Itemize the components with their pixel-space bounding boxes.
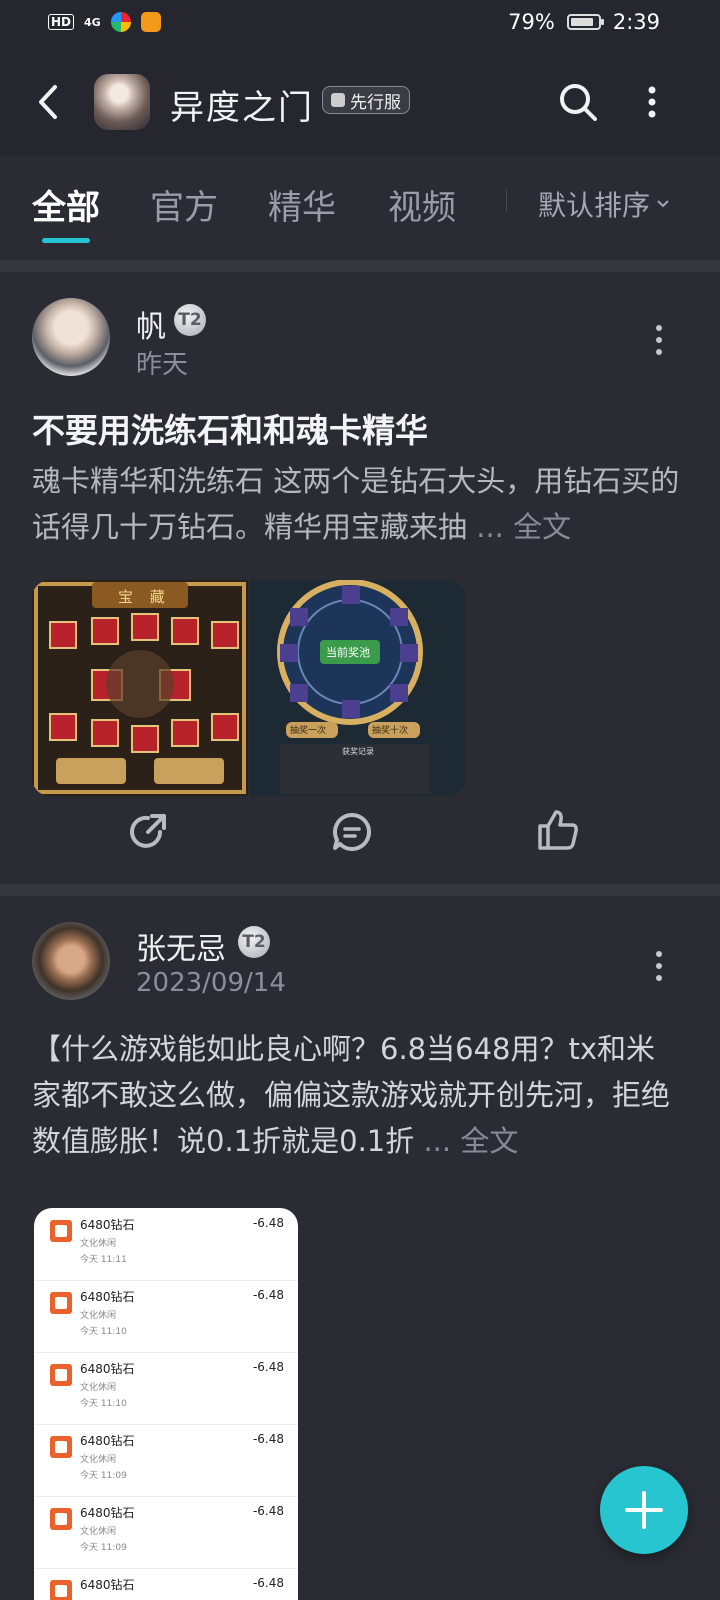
battery-icon <box>566 14 604 30</box>
receipt-category: 文化休闲 <box>80 1311 117 1321</box>
treasure-screenshot <box>32 580 248 796</box>
back-arrow-icon[interactable] <box>28 82 68 122</box>
post-image-treasure[interactable]: 宝 藏 <box>32 580 248 796</box>
hd-indicator: HD <box>48 14 75 30</box>
receipt-category: 文化休闲 <box>80 1239 117 1249</box>
user-name[interactable]: 张无忌 <box>136 924 226 968</box>
payment-icon <box>50 1580 72 1600</box>
status-left: HD 4G <box>48 12 161 32</box>
game-title[interactable]: 异度之门 <box>170 80 314 129</box>
more-vertical-icon[interactable] <box>652 322 666 358</box>
record-label: 获奖记录 <box>342 747 374 756</box>
level-badge-icon: T2 <box>174 304 206 336</box>
tab-official[interactable]: 官方 <box>150 180 218 229</box>
payment-icon <box>50 1436 72 1458</box>
share-icon[interactable] <box>126 810 170 854</box>
divider <box>506 190 507 212</box>
post-excerpt-text: 【什么游戏能如此良心啊？6.8当648用？tx和米家都不敢这么做，偏偏这款游戏就… <box>32 1032 671 1158</box>
more-vertical-icon[interactable] <box>652 948 666 984</box>
code-icon <box>331 93 345 107</box>
app-notification-icon <box>110 12 131 32</box>
receipt-time: 今天 11:10 <box>80 1399 127 1409</box>
signal-icon: 4G <box>84 15 101 29</box>
level-badge-icon: T2 <box>238 926 270 958</box>
post-image-wheel[interactable]: 当前奖池 抽奖一次 抽奖十次 获奖记录 <box>250 580 466 796</box>
tab-video[interactable]: 视频 <box>388 180 456 229</box>
receipt-category: 文化休闲 <box>80 1383 117 1393</box>
clock: 2:39 <box>612 10 660 34</box>
search-icon[interactable] <box>556 80 600 124</box>
receipt-amount: -6.48 <box>252 1288 284 1302</box>
receipt-time: 今天 11:09 <box>80 1471 127 1481</box>
receipt-category: 文化休闲 <box>80 1527 117 1537</box>
more-vertical-icon[interactable] <box>636 82 668 122</box>
chevron-down-icon <box>657 200 669 208</box>
game-icon[interactable] <box>94 74 150 130</box>
draw-ten-label: 抽奖十次 <box>372 726 409 736</box>
receipt-item: 6480钻石 <box>80 1578 135 1592</box>
receipt-row: 6480钻石 文化休闲 今天 11:10 -6.48 <box>34 1280 298 1353</box>
prize-pool-label: 当前奖池 <box>326 646 370 659</box>
server-badge-label: 先行服 <box>350 92 401 113</box>
section-separator <box>0 884 720 896</box>
post-excerpt-text: 魂卡精华和洗练石 这两个是钻石大头，用钻石买的话得几十万钻石。精华用宝藏来抽 <box>32 464 680 544</box>
tab-all[interactable]: 全部 <box>32 180 100 229</box>
receipt-category: 文化休闲 <box>80 1455 117 1465</box>
section-separator <box>0 260 720 272</box>
payment-icon <box>50 1292 72 1314</box>
receipt-item: 6480钻石 <box>80 1290 135 1304</box>
payment-icon <box>50 1364 72 1386</box>
receipt-amount: -6.48 <box>252 1216 284 1230</box>
draw-once-label: 抽奖一次 <box>290 726 327 736</box>
thumb-up-icon[interactable] <box>536 808 580 852</box>
payment-icon <box>50 1508 72 1530</box>
receipt-item: 6480钻石 <box>80 1506 135 1520</box>
receipt-item: 6480钻石 <box>80 1362 135 1376</box>
post-excerpt[interactable]: 【什么游戏能如此良心啊？6.8当648用？tx和米家都不敢这么做，偏偏这款游戏就… <box>32 1026 682 1164</box>
user-name[interactable]: 帆 <box>136 302 166 346</box>
receipt-amount: -6.48 <box>252 1432 284 1446</box>
receipt-amount: -6.48 <box>252 1504 284 1518</box>
server-badge: 先行服 <box>322 86 410 114</box>
receipt-item: 6480钻石 <box>80 1434 135 1448</box>
receipt-time: 今天 11:11 <box>80 1255 127 1265</box>
treasure-title: 宝 藏 <box>118 588 171 606</box>
tab-indicator <box>42 238 90 243</box>
post-image-receipt[interactable]: 6480钻石 文化休闲 今天 11:11 -6.48 6480钻石 文化休闲 今… <box>34 1208 298 1600</box>
receipt-row: 6480钻石 文化休闲 今天 11:11 -6.48 <box>34 1208 298 1281</box>
create-post-button[interactable] <box>600 1466 688 1554</box>
receipt-row: 6480钻石 文化休闲 今天 11:09 -6.48 <box>34 1496 298 1569</box>
user-avatar[interactable] <box>32 922 110 1000</box>
receipt-time: 今天 11:09 <box>80 1543 127 1553</box>
post-title[interactable]: 不要用洗练石和和魂卡精华 <box>32 404 428 452</box>
post-time: 2023/09/14 <box>136 968 286 998</box>
receipt-item: 6480钻石 <box>80 1218 135 1232</box>
tab-featured[interactable]: 精华 <box>268 180 336 229</box>
post-time: 昨天 <box>136 350 189 380</box>
battery-percent: 79% <box>508 10 555 34</box>
payment-icon <box>50 1220 72 1242</box>
user-avatar[interactable] <box>32 298 110 376</box>
receipt-row: 6480钻石 -6.48 <box>34 1568 298 1600</box>
post-excerpt[interactable]: 魂卡精华和洗练石 这两个是钻石大头，用钻石买的话得几十万钻石。精华用宝藏来抽 .… <box>32 458 682 550</box>
receipt-row: 6480钻石 文化休闲 今天 11:10 -6.48 <box>34 1352 298 1425</box>
receipt-amount: -6.48 <box>252 1576 284 1590</box>
read-full-link[interactable]: ... 全文 <box>476 510 571 544</box>
sort-dropdown[interactable]: 默认排序 <box>538 184 670 224</box>
lottery-wheel-screenshot <box>250 580 466 796</box>
receipt-time: 今天 11:10 <box>80 1327 127 1337</box>
plus-icon <box>625 1491 663 1529</box>
receipt-row: 6480钻石 文化休闲 今天 11:09 -6.48 <box>34 1424 298 1497</box>
sort-label: 默认排序 <box>538 189 651 222</box>
status-right: 79% 2:39 <box>508 10 660 34</box>
game-notification-icon <box>140 12 161 32</box>
comment-icon[interactable] <box>330 810 374 854</box>
read-full-link[interactable]: ... 全文 <box>423 1124 518 1158</box>
receipt-amount: -6.48 <box>252 1360 284 1374</box>
